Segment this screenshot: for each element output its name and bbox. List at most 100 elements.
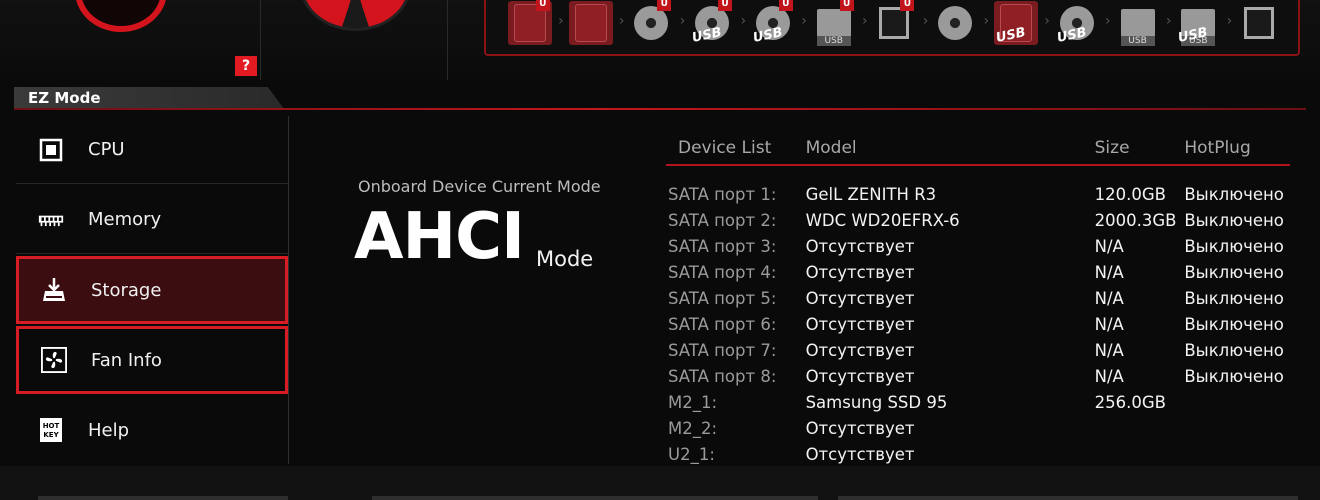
device-size: 120.0GB [1094,184,1166,204]
boot-device-usb-floppy-icon[interactable]: USB USB [1176,1,1232,46]
device-size: N/A [1094,314,1124,334]
ez-mode-divider [14,108,1306,110]
device-size: N/A [1094,340,1124,360]
device-model: GelL ZENITH R3 [805,184,937,204]
boot-device-usb-drive-icon[interactable]: USB [1116,1,1171,46]
device-port: SATA порт 6: [668,314,777,334]
device-port: M2_1: [668,392,718,412]
sidebar-item-help[interactable]: HOT KEY Help [16,396,288,464]
table-row: SATA порт 3: Отсутствует N/A Выключено [666,233,1290,259]
device-hotplug: Выключено [1184,340,1284,360]
boot-priority-bar: UUUSBUUSBUUSBUUUSBUSBUSBUSBUSB [484,0,1300,56]
cpu-temp-dial [75,0,167,32]
device-port: SATA порт 3: [668,236,777,256]
device-model: Отсутствует [805,340,915,360]
top-divider [260,0,261,80]
device-size: N/A [1094,288,1124,308]
device-size: N/A [1094,366,1124,386]
device-model: WDC WD20EFRX-6 [805,210,960,230]
sidebar-item-label: Storage [91,279,162,301]
help-badge[interactable]: ? [235,56,257,76]
device-model: Отсутствует [805,262,915,282]
device-model: Отсутствует [805,236,915,256]
sidebar-item-memory[interactable]: Memory [16,186,288,254]
table-row: SATA порт 1: GelL ZENITH R3 120.0GB Выключе… [666,181,1290,207]
device-hotplug: Выключено [1184,366,1284,386]
device-model: Отсутствует [805,366,915,386]
device-hotplug: Выключено [1184,262,1284,282]
game-boost-dial[interactable] [300,0,411,31]
device-model: Отсутствует [805,418,915,438]
device-hotplug: Выключено [1184,210,1284,230]
hotkey-icon: HOT KEY [38,417,64,443]
ez-mode-tab[interactable]: EZ Mode [14,87,284,109]
table-row: M2_1: Samsung SSD 95 256.0GB [666,389,1290,415]
table-row: M2_2: Отсутствует [666,415,1290,441]
storage-mode-suffix: Mode [536,247,594,271]
sidebar-divider [288,116,289,464]
cpu-icon [38,137,64,163]
fan-icon [41,347,67,373]
device-port: SATA порт 2: [668,210,777,230]
device-table-header: Device List Model Size HotPlug [666,136,1290,166]
svg-text:KEY: KEY [43,431,59,439]
uefi-badge: U [657,0,672,11]
device-hotplug: Выключено [1184,288,1284,308]
device-model: Отсутствует [805,314,915,334]
device-model: Отсутствует [805,288,915,308]
top-divider [447,0,448,80]
column-header: Model [805,138,857,158]
sidebar-item-fan-info[interactable]: Fan Info [16,326,288,394]
column-header: Size [1094,138,1130,158]
uefi-badge: U [718,0,733,11]
column-header: Device List [678,138,772,158]
storage-icon [41,277,67,303]
device-size: 2000.3GB [1094,210,1177,230]
uefi-badge: U [778,0,793,11]
table-row: SATA порт 6: Отсутствует N/A Выключено [666,311,1290,337]
onboard-mode-caption: Onboard Device Current Mode [358,177,601,196]
sidebar-item-cpu[interactable]: CPU [16,116,288,184]
device-table-body: SATA порт 1: GelL ZENITH R3 120.0GB Выключе… [666,166,1290,467]
storage-mode-value: AHCI [354,200,525,274]
sidebar-item-label: Fan Info [91,349,162,371]
boot-device-disc-icon[interactable] [933,1,989,45]
table-row: SATA порт 4: Отсутствует N/A Выключено [666,259,1290,285]
device-port: SATA порт 1: [668,184,777,204]
device-size: 256.0GB [1094,392,1166,412]
device-table: Device List Model Size HotPlug SATA порт… [666,136,1290,467]
boot-device-network-icon[interactable] [1237,1,1281,45]
boot-device-hdd-icon[interactable] [568,1,624,45]
device-model: Отсутствует [805,444,915,464]
device-size: N/A [1094,262,1124,282]
table-row: SATA порт 8: Отсутствует N/A Выключено [666,363,1290,389]
boot-device-usb-disc-icon[interactable]: USB [1055,1,1110,46]
device-port: SATA порт 8: [668,366,777,386]
memory-icon [38,207,64,233]
uefi-badge: U [839,0,854,11]
table-row: U2_1: Отсутствует [666,441,1290,467]
sidebar-item-label: Help [88,419,130,441]
boot-device-usb-hdd-icon[interactable]: USB [994,1,1050,46]
device-hotplug: Выключено [1184,314,1284,334]
device-size: N/A [1094,236,1124,256]
uefi-badge: U [900,0,915,11]
boot-device-hdd-icon[interactable]: U [508,0,563,45]
boot-device-disc-icon[interactable]: U [630,0,685,45]
boot-device-usb-drive-icon[interactable]: USB U [812,0,867,46]
device-port: SATA порт 5: [668,288,777,308]
boot-device-usb-disc-icon[interactable]: USB U [751,0,807,46]
svg-text:HOT: HOT [43,422,60,430]
boot-device-usb-disc-icon[interactable]: USB U [690,0,746,46]
device-hotplug: Выключено [1184,184,1284,204]
device-port: U2_1: [668,444,715,464]
bottom-strip [0,466,1320,500]
top-panel: ? UUUSBUUSBUUSBUUUSBUSBUSBUSBUSB [0,0,1320,80]
sidebar-item-storage[interactable]: Storage [16,256,288,324]
device-model: Samsung SSD 95 [805,392,948,412]
column-header: HotPlug [1184,138,1251,158]
boot-device-network-icon[interactable]: U [873,0,928,45]
sidebar-item-label: CPU [88,139,125,160]
uefi-badge: U [535,0,550,11]
table-row: SATA порт 5: Отсутствует N/A Выключено [666,285,1290,311]
